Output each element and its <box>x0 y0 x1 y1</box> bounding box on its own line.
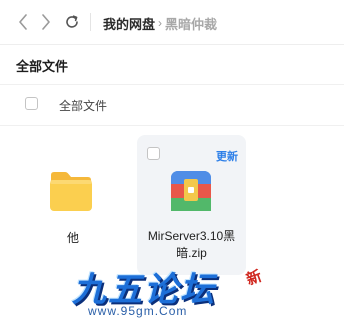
file-name: 他 <box>66 231 79 245</box>
refresh-icon <box>66 15 78 28</box>
folder-icon <box>50 172 92 211</box>
file-name: MirServer3.10黑暗.zip <box>147 229 236 260</box>
file-checkbox[interactable] <box>147 147 160 160</box>
divider <box>90 13 91 31</box>
file-item-folder[interactable]: 他 <box>18 140 128 270</box>
refresh-button[interactable] <box>63 12 81 32</box>
watermark-url: www.95gm.Com <box>88 304 188 318</box>
chevron-right-icon <box>42 14 50 30</box>
file-item-zip[interactable]: 更新 MirServer3.10黑暗.zip <box>137 135 246 275</box>
back-button[interactable] <box>14 12 32 32</box>
zip-archive-icon <box>171 171 211 211</box>
watermark-seal: 新 <box>243 266 265 289</box>
breadcrumb-root[interactable]: 我的网盘 <box>103 14 155 33</box>
page-title: 全部文件 <box>16 59 69 74</box>
select-all-row: 全部文件 <box>0 84 344 126</box>
navigation-bar: 我的网盘 › 黑暗仲裁 <box>0 0 344 45</box>
breadcrumb: 我的网盘 › 黑暗仲裁 <box>103 14 217 32</box>
file-browser: 我的网盘 › 黑暗仲裁 全部文件 全部文件 他 更新 MirServer3.10… <box>0 0 344 327</box>
forward-button[interactable] <box>37 12 55 32</box>
select-all-checkbox[interactable] <box>25 97 38 110</box>
update-badge: 更新 <box>216 151 238 163</box>
breadcrumb-separator: › <box>158 16 163 30</box>
watermark: 九五论坛 新 www.95gm.Com <box>70 258 270 324</box>
breadcrumb-current: 黑暗仲裁 <box>165 16 218 32</box>
chevron-left-icon <box>19 14 27 30</box>
select-all-label: 全部文件 <box>59 99 108 113</box>
